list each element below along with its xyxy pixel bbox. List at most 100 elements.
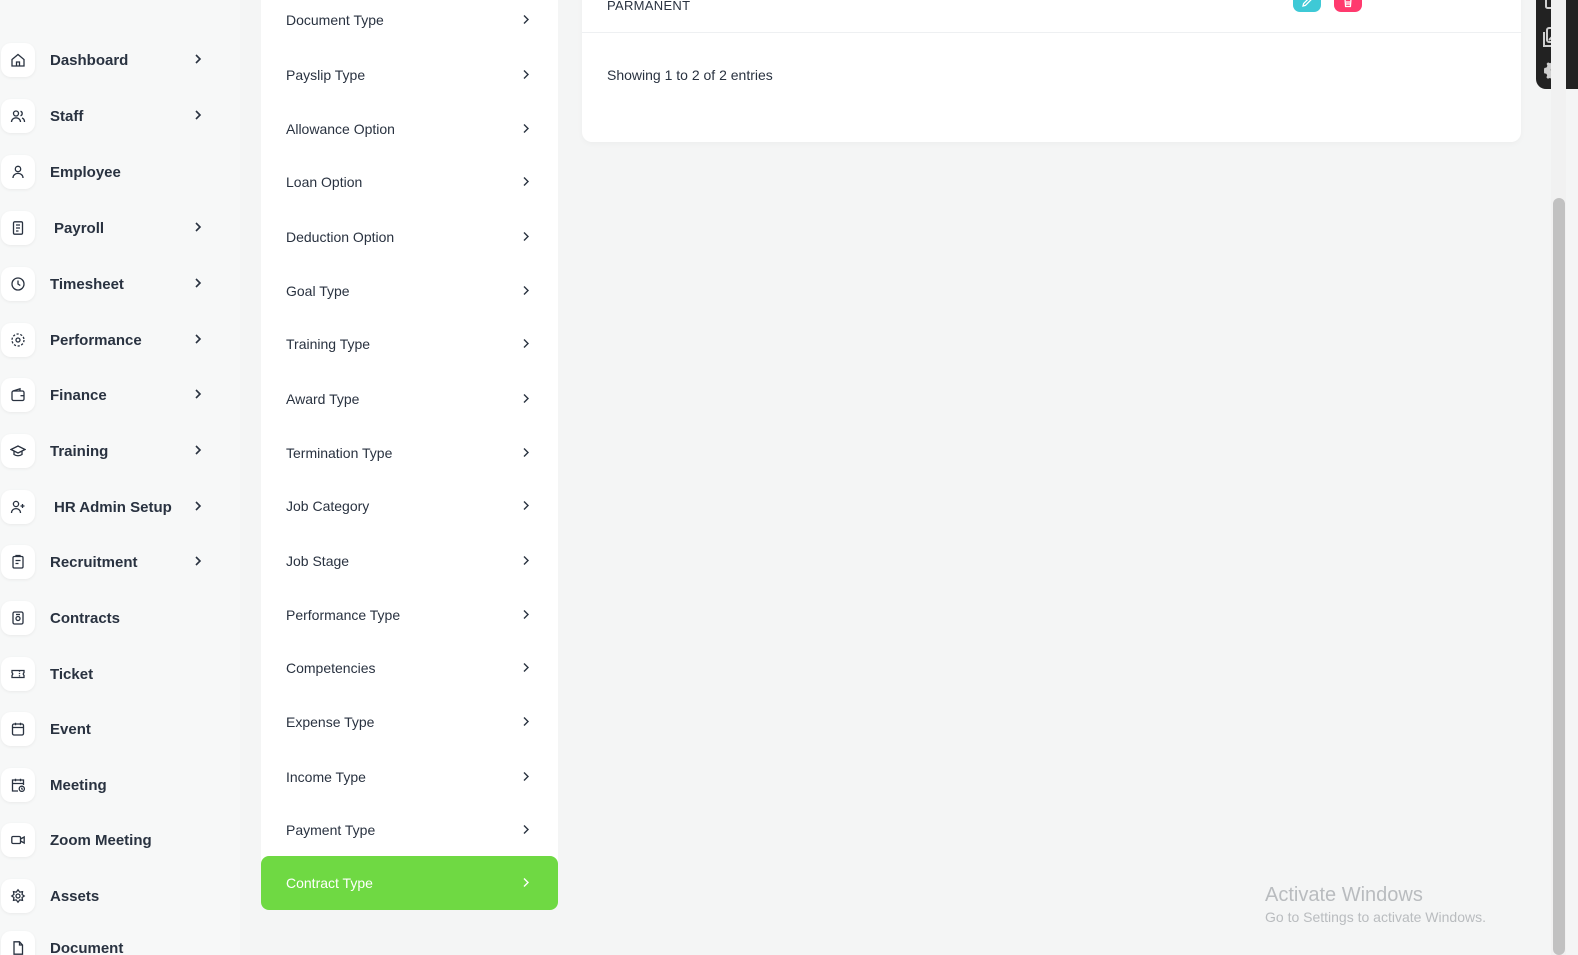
chevron-right-icon [195, 110, 202, 120]
submenu-item-loan-option[interactable]: Loan Option [261, 155, 558, 209]
contract-type-table-card: PARMANENT Showing 1 to 2 of 2 entries [582, 0, 1521, 142]
submenu-item-label: Payment Type [286, 822, 376, 838]
submenu-item-performance-type[interactable]: Performance Type [261, 588, 558, 642]
sidebar-item-document[interactable]: Document [0, 926, 240, 955]
sidebar-item-zoom-meeting[interactable]: Zoom Meeting [0, 818, 240, 862]
sidebar-item-employee[interactable]: Employee [0, 150, 240, 194]
sidebar-item-performance[interactable]: Performance [0, 318, 240, 362]
sidebar-item-training[interactable]: Training [0, 429, 240, 473]
sidebar-item-finance[interactable]: Finance [0, 373, 240, 417]
activate-windows-title: Activate Windows [1265, 884, 1423, 906]
sidebar-item-staff[interactable]: Staff [0, 94, 240, 138]
submenu-item-label: Award Type [286, 391, 360, 407]
chevron-right-icon [523, 825, 529, 834]
sidebar-item-label: Zoom Meeting [50, 831, 152, 849]
sidebar-item-ticket[interactable]: Ticket [0, 652, 240, 696]
sidebar-item-payroll[interactable]: Payroll [0, 206, 240, 250]
target-icon [1, 323, 35, 357]
sidebar-item-recruitment[interactable]: Recruitment [0, 540, 240, 584]
activate-windows-subtitle: Go to Settings to activate Windows. [1265, 909, 1486, 925]
sidebar-item-assets[interactable]: Assets [0, 874, 240, 918]
settings-submenu: Document Type Payslip Type Allowance Opt… [261, 0, 558, 910]
submenu-item-payment-type[interactable]: Payment Type [261, 803, 558, 857]
chevron-right-icon [195, 222, 202, 232]
submenu-item-deduction-option[interactable]: Deduction Option [261, 210, 558, 264]
user-plus-icon [1, 490, 35, 524]
sidebar-item-label: HR Admin Setup [54, 498, 172, 516]
submenu-item-contract-type[interactable]: Contract Type [261, 856, 558, 910]
chevron-right-icon [523, 501, 529, 510]
submenu-item-payslip-type[interactable]: Payslip Type [261, 48, 558, 102]
chevron-right-icon [195, 334, 202, 344]
submenu-item-award-type[interactable]: Award Type [261, 372, 558, 426]
chevron-right-icon [523, 878, 529, 887]
submenu-item-job-category[interactable]: Job Category [261, 479, 558, 533]
sidebar-item-label: Contracts [50, 609, 121, 627]
chevron-right-icon [523, 232, 529, 241]
chevron-right-icon [523, 15, 529, 24]
video-icon [1, 823, 35, 857]
submenu-item-expense-type[interactable]: Expense Type [261, 695, 558, 749]
document-icon [1, 931, 35, 955]
home-icon [1, 43, 35, 77]
submenu-item-goal-type[interactable]: Goal Type [261, 264, 558, 318]
submenu-item-competencies[interactable]: Competencies [261, 641, 558, 695]
table-cell-contract-type: PARMANENT [607, 0, 691, 13]
submenu-item-label: Expense Type [286, 714, 375, 730]
sidebar-item-label: Ticket [50, 665, 94, 683]
sidebar-item-event[interactable]: Event [0, 707, 240, 751]
wallet-icon [1, 378, 35, 412]
sidebar-item-label: Performance [50, 331, 142, 349]
pagination-info: Showing 1 to 2 of 2 entries [607, 67, 773, 83]
submenu-item-job-stage[interactable]: Job Stage [261, 534, 558, 588]
sidebar-item-label: Training [50, 442, 109, 460]
sidebar-item-dashboard[interactable]: Dashboard [0, 38, 240, 82]
chevron-right-icon [523, 448, 529, 457]
graduation-cap-icon [1, 434, 35, 468]
sidebar-item-meeting[interactable]: Meeting [0, 763, 240, 807]
chevron-right-icon [523, 772, 529, 781]
submenu-item-label: Loan Option [286, 174, 363, 190]
sidebar-item-label: Staff [50, 107, 84, 125]
chevron-right-icon [523, 177, 529, 186]
sidebar-item-contracts[interactable]: Contracts [0, 596, 240, 640]
sidebar-item-label: Assets [50, 887, 100, 905]
submenu-item-label: Termination Type [286, 445, 393, 461]
submenu-item-label: Income Type [286, 769, 366, 785]
user-icon [1, 155, 35, 189]
submenu-item-label: Payslip Type [286, 67, 366, 83]
submenu-item-label: Deduction Option [286, 229, 395, 245]
submenu-item-termination-type[interactable]: Termination Type [261, 426, 558, 480]
submenu-item-label: Performance Type [286, 607, 401, 623]
chevron-right-icon [195, 278, 202, 288]
table-row-divider [582, 32, 1521, 33]
calendar-clock-icon [1, 768, 35, 802]
submenu-item-label: Document Type [286, 12, 384, 28]
sidebar-item-label: Meeting [50, 776, 107, 794]
edit-button[interactable] [1293, 0, 1321, 12]
chevron-right-icon [523, 556, 529, 565]
submenu-item-income-type[interactable]: Income Type [261, 750, 558, 804]
asset-icon [1, 879, 35, 913]
delete-button[interactable] [1334, 0, 1362, 12]
ticket-icon [1, 657, 35, 691]
chevron-right-icon [523, 124, 529, 133]
clock-icon [1, 267, 35, 301]
chevron-right-icon [523, 717, 529, 726]
page-scrollbar-thumb[interactable] [1553, 198, 1565, 955]
pencil-icon [1302, 0, 1312, 7]
trash-icon [1344, 0, 1352, 8]
sidebar-item-timesheet[interactable]: Timesheet [0, 262, 240, 306]
submenu-item-label: Contract Type [286, 875, 373, 891]
chevron-right-icon [523, 70, 529, 79]
chevron-right-icon [523, 663, 529, 672]
sidebar-item-label: Timesheet [50, 275, 124, 293]
sidebar-item-label: Event [50, 720, 91, 738]
submenu-item-label: Training Type [286, 336, 371, 352]
submenu-item-allowance-option[interactable]: Allowance Option [261, 102, 558, 156]
submenu-item-training-type[interactable]: Training Type [261, 317, 558, 371]
submenu-item-document-type[interactable]: Document Type [261, 0, 558, 47]
main-sidebar: Dashboard Staff Employee Payroll Timeshe… [0, 0, 240, 955]
users-icon [1, 99, 35, 133]
sidebar-item-hr-admin-setup[interactable]: HR Admin Setup [0, 485, 240, 529]
